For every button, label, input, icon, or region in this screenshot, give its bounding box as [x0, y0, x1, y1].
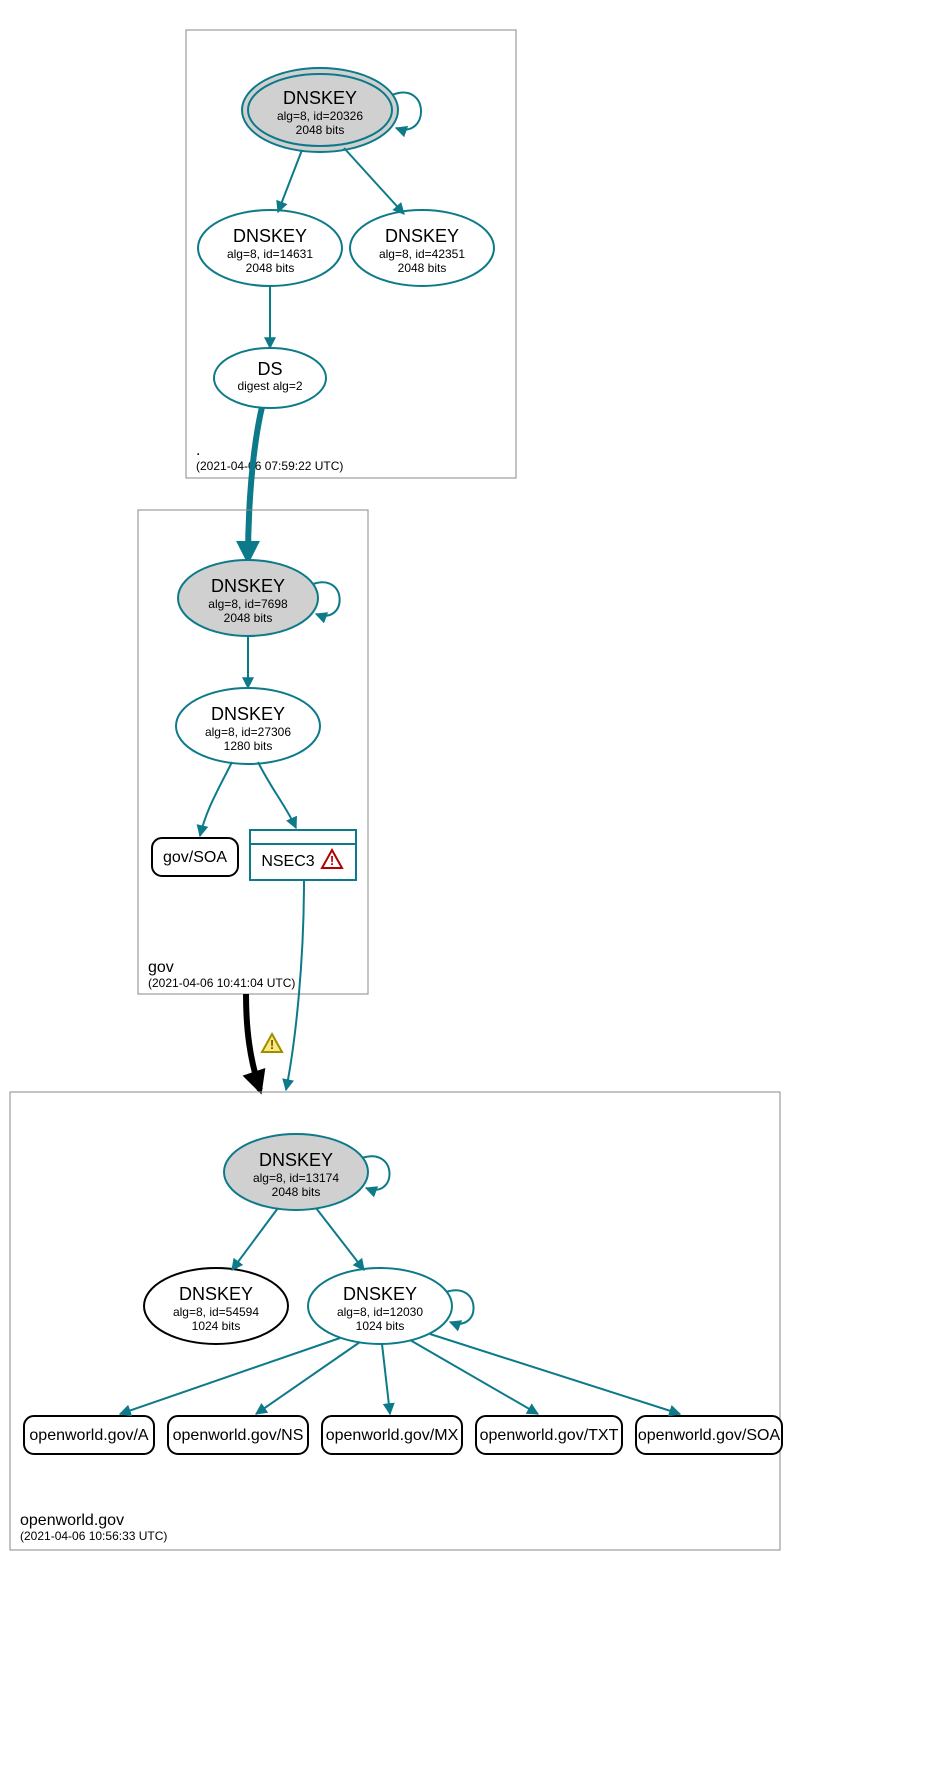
- svg-text:alg=8, id=42351: alg=8, id=42351: [379, 247, 465, 261]
- root-zsk2-node: DNSKEY alg=8, id=42351 2048 bits: [350, 210, 494, 286]
- svg-text:(2021-04-06 10:56:33 UTC): (2021-04-06 10:56:33 UTC): [20, 1529, 167, 1543]
- svg-text:1024 bits: 1024 bits: [192, 1319, 241, 1333]
- svg-text:DNSKEY: DNSKEY: [385, 226, 459, 246]
- zone-root: . (2021-04-06 07:59:22 UTC) DNSKEY alg=8…: [186, 30, 516, 478]
- svg-text:DNSKEY: DNSKEY: [283, 88, 357, 108]
- svg-text:2048 bits: 2048 bits: [272, 1185, 321, 1199]
- svg-text:openworld.gov/A: openworld.gov/A: [29, 1427, 149, 1444]
- svg-text:openworld.gov: openworld.gov: [20, 1512, 124, 1529]
- zone-root-timestamp: (2021-04-06 07:59:22 UTC): [196, 459, 343, 473]
- svg-text:(2021-04-06 10:41:04 UTC): (2021-04-06 10:41:04 UTC): [148, 976, 295, 990]
- warning-triangle-icon: !: [262, 1034, 282, 1052]
- openworld-zsk2-node: DNSKEY alg=8, id=12030 1024 bits: [308, 1268, 452, 1344]
- svg-text:digest alg=2: digest alg=2: [237, 379, 302, 393]
- svg-text:DNSKEY: DNSKEY: [343, 1284, 417, 1304]
- svg-text:2048 bits: 2048 bits: [398, 261, 447, 275]
- svg-text:gov/SOA: gov/SOA: [163, 849, 227, 866]
- svg-text:!: !: [270, 1037, 274, 1052]
- gov-ksk-node: DNSKEY alg=8, id=7698 2048 bits: [178, 560, 318, 636]
- edge-root-ksk-zsk2: [344, 148, 404, 214]
- svg-text:DNSKEY: DNSKEY: [259, 1150, 333, 1170]
- zone-root-name: .: [196, 442, 200, 459]
- edge-gov-zsk-soa: [200, 762, 232, 836]
- edge-ow-txt: [410, 1340, 538, 1414]
- zone-openworld: openworld.gov (2021-04-06 10:56:33 UTC) …: [10, 1092, 782, 1550]
- gov-zsk-node: DNSKEY alg=8, id=27306 1280 bits: [176, 688, 320, 764]
- svg-text:NSEC3: NSEC3: [261, 853, 314, 870]
- edge-gov-to-openworld-insecure: [246, 994, 260, 1090]
- edge-ow-a: [120, 1338, 340, 1414]
- svg-text:DNSKEY: DNSKEY: [233, 226, 307, 246]
- openworld-rr-soa: openworld.gov/SOA: [636, 1416, 782, 1454]
- svg-text:alg=8, id=27306: alg=8, id=27306: [205, 725, 291, 739]
- edge-root-ksk-zsk1: [278, 150, 302, 212]
- svg-text:alg=8, id=12030: alg=8, id=12030: [337, 1305, 423, 1319]
- openworld-rr-mx: openworld.gov/MX: [322, 1416, 462, 1454]
- openworld-zsk1-node: DNSKEY alg=8, id=54594 1024 bits: [144, 1268, 288, 1344]
- edge-ow-ksk-zsk2: [316, 1208, 364, 1270]
- svg-text:DNSKEY: DNSKEY: [211, 576, 285, 596]
- svg-text:!: !: [330, 853, 334, 868]
- svg-text:DNSKEY: DNSKEY: [211, 704, 285, 724]
- edge-ow-mx: [382, 1344, 390, 1414]
- root-ds-node: DS digest alg=2: [214, 348, 326, 408]
- openworld-rr-ns: openworld.gov/NS: [168, 1416, 308, 1454]
- edge-ds-to-gov-ksk: [248, 407, 262, 560]
- zone-gov-name: gov: [148, 959, 174, 976]
- svg-text:2048 bits: 2048 bits: [296, 123, 345, 137]
- gov-nsec3-node: NSEC3 !: [250, 830, 356, 880]
- svg-text:DS: DS: [257, 359, 282, 379]
- gov-soa-node: gov/SOA: [152, 838, 238, 876]
- svg-text:DNSKEY: DNSKEY: [179, 1284, 253, 1304]
- svg-text:openworld.gov/SOA: openworld.gov/SOA: [638, 1427, 781, 1444]
- edge-gov-zsk-nsec3: [258, 762, 296, 828]
- svg-text:alg=8, id=14631: alg=8, id=14631: [227, 247, 313, 261]
- svg-text:2048 bits: 2048 bits: [246, 261, 295, 275]
- openworld-rr-txt: openworld.gov/TXT: [476, 1416, 622, 1454]
- svg-text:openworld.gov/TXT: openworld.gov/TXT: [480, 1427, 619, 1444]
- svg-text:alg=8, id=7698: alg=8, id=7698: [208, 597, 288, 611]
- edge-ow-ksk-zsk1: [232, 1208, 278, 1270]
- openworld-ksk-node: DNSKEY alg=8, id=13174 2048 bits: [224, 1134, 368, 1210]
- svg-text:2048 bits: 2048 bits: [224, 611, 273, 625]
- edge-ow-ns: [256, 1342, 360, 1414]
- svg-text:alg=8, id=20326: alg=8, id=20326: [277, 109, 363, 123]
- openworld-rr-a: openworld.gov/A: [24, 1416, 154, 1454]
- dnssec-diagram: . (2021-04-06 07:59:22 UTC) DNSKEY alg=8…: [0, 0, 929, 1772]
- svg-text:alg=8, id=13174: alg=8, id=13174: [253, 1171, 339, 1185]
- svg-text:1024 bits: 1024 bits: [356, 1319, 405, 1333]
- zone-gov: gov (2021-04-06 10:41:04 UTC) DNSKEY alg…: [138, 510, 368, 994]
- svg-text:alg=8, id=54594: alg=8, id=54594: [173, 1305, 259, 1319]
- root-zsk1-node: DNSKEY alg=8, id=14631 2048 bits: [198, 210, 342, 286]
- root-ksk-node: DNSKEY alg=8, id=20326 2048 bits: [242, 68, 398, 152]
- svg-text:1280 bits: 1280 bits: [224, 739, 273, 753]
- svg-text:openworld.gov/MX: openworld.gov/MX: [326, 1427, 459, 1444]
- svg-text:openworld.gov/NS: openworld.gov/NS: [173, 1427, 304, 1444]
